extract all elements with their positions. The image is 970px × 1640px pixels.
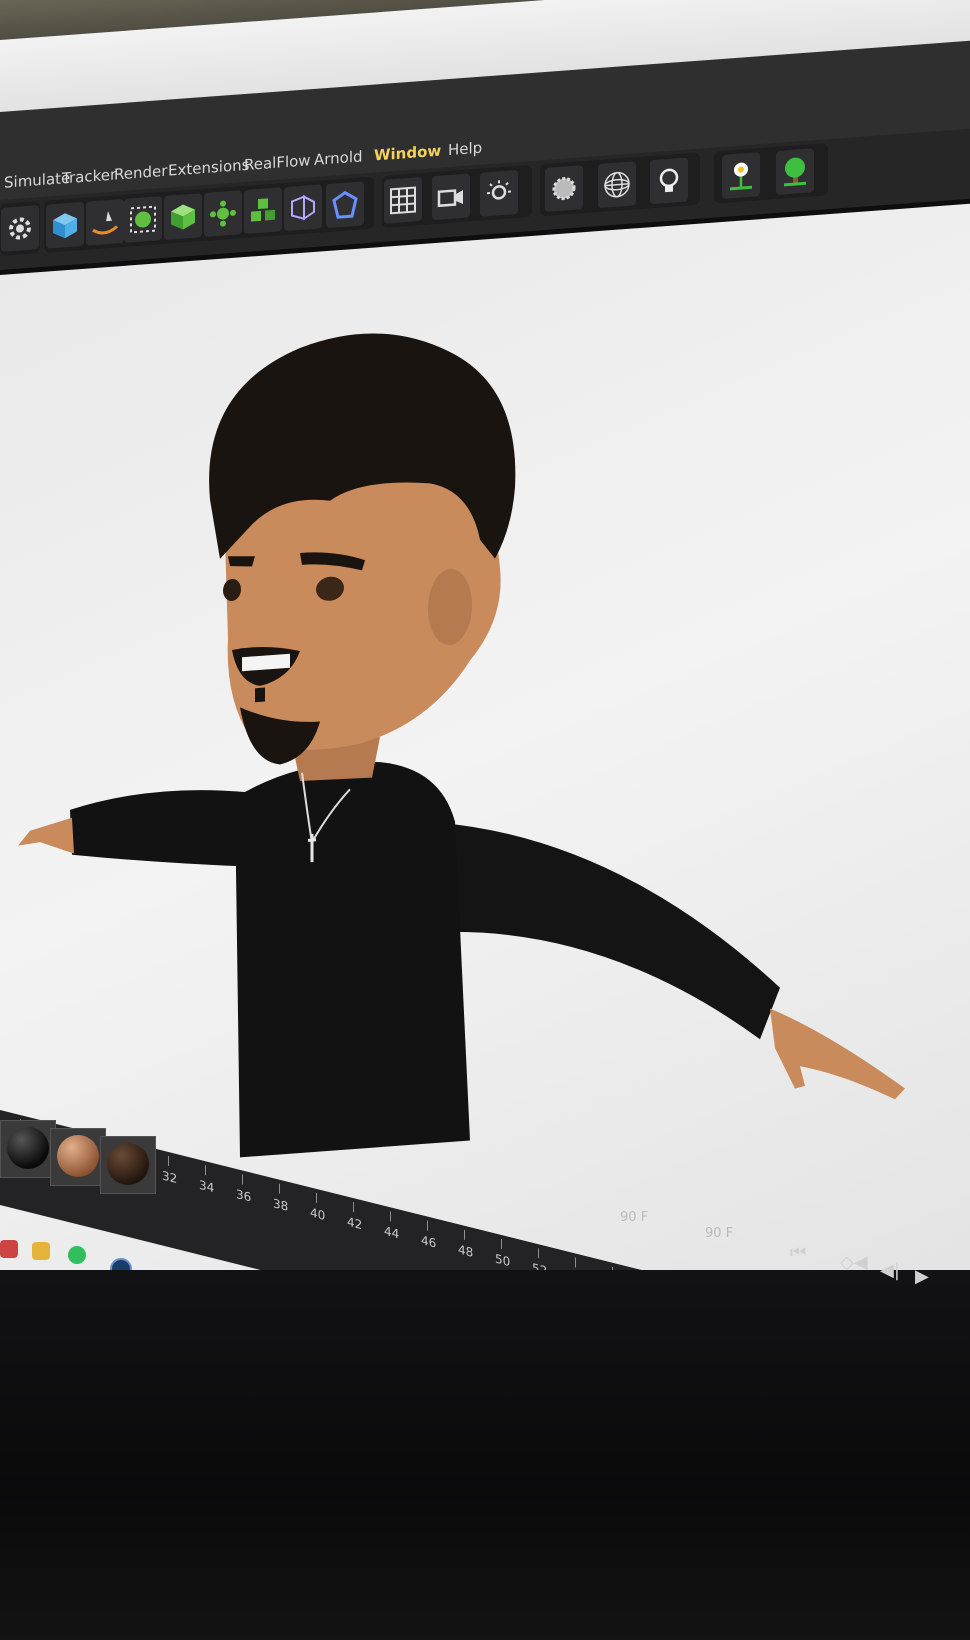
menu-render[interactable]: Render — [114, 162, 167, 184]
timeline-tick-label: 38 — [273, 1196, 289, 1214]
timeline-tick-label: 40 — [310, 1205, 326, 1224]
timeline-tick — [316, 1192, 317, 1204]
play-icon[interactable]: ▶ — [915, 1266, 929, 1287]
timeline-tick — [390, 1211, 391, 1222]
grid-icon[interactable] — [384, 177, 422, 224]
menu-help[interactable]: Help — [448, 139, 482, 160]
character-left-hand — [18, 817, 74, 854]
timeline-tick — [279, 1183, 280, 1194]
menu-simulate[interactable]: Simulate — [4, 169, 70, 192]
browser-icon[interactable] — [0, 1240, 18, 1258]
character-torso — [235, 761, 470, 1158]
timeline-tick-label: 42 — [347, 1214, 363, 1233]
sphere-wire-icon[interactable] — [598, 161, 636, 209]
timeline-tick-label: 36 — [236, 1186, 252, 1205]
menu-realflow[interactable]: RealFlow — [244, 151, 311, 174]
timeline-tick — [205, 1165, 206, 1176]
prev-key-icon[interactable]: ◇◀ — [840, 1252, 868, 1273]
sky-icon[interactable] — [545, 165, 583, 212]
menu-window[interactable]: Window — [374, 142, 441, 165]
dark-brown-material[interactable] — [100, 1136, 156, 1194]
timeline-tick-label: 46 — [421, 1232, 437, 1251]
timeline-tick-label: 34 — [199, 1177, 215, 1196]
skin-material[interactable] — [50, 1128, 106, 1186]
cloner-icon[interactable] — [204, 190, 242, 238]
folder-icon[interactable] — [32, 1242, 50, 1260]
current-frame-readout: 90 F — [620, 1210, 649, 1225]
deformer-icon[interactable] — [284, 184, 322, 232]
menu-extensions[interactable]: Extensions — [168, 156, 249, 180]
black-material[interactable] — [0, 1120, 56, 1178]
tree-icon[interactable] — [776, 148, 814, 196]
extrude-cube-icon[interactable] — [164, 193, 202, 240]
settings-icon[interactable] — [1, 205, 39, 252]
light-icon[interactable] — [480, 169, 518, 217]
material-manager — [0, 1120, 200, 1200]
camera-icon[interactable] — [432, 173, 470, 221]
timeline-tick — [242, 1174, 243, 1185]
timeline-tick — [353, 1202, 354, 1213]
timeline-tick — [501, 1238, 502, 1250]
prev-frame-icon[interactable]: ◀| — [880, 1260, 900, 1281]
timeline-tick — [575, 1257, 576, 1268]
app-green-icon[interactable] — [68, 1246, 86, 1264]
timeline-tick — [538, 1248, 539, 1259]
character-right-arm — [440, 822, 780, 1040]
character-right-hand — [770, 1008, 905, 1100]
menu-arnold[interactable]: Arnold — [314, 147, 363, 169]
timeline-tick-label: 44 — [384, 1223, 400, 1242]
spline-pen-icon[interactable] — [86, 198, 124, 246]
bulb-icon[interactable] — [650, 157, 688, 205]
end-frame-readout: 90 F — [705, 1226, 734, 1241]
timeline-tick-label: 48 — [458, 1242, 474, 1261]
go-to-start-icon[interactable]: ⏮ — [790, 1242, 806, 1263]
field-icon[interactable] — [326, 181, 364, 229]
cube-icon[interactable] — [46, 201, 84, 249]
timeline-tick — [427, 1220, 428, 1231]
monitor-bottom-bezel: 90 F 90 F ⏮ ◇◀ ◀| ▶ — [0, 1210, 970, 1640]
generator-icon[interactable] — [124, 196, 162, 243]
menu-tracker[interactable]: Tracker — [62, 165, 116, 187]
flower-icon[interactable] — [722, 152, 760, 199]
timeline-tick-label: 50 — [495, 1251, 511, 1270]
mograph-icon[interactable] — [244, 187, 282, 235]
timeline-tick — [464, 1229, 465, 1240]
character-left-arm — [70, 790, 250, 867]
